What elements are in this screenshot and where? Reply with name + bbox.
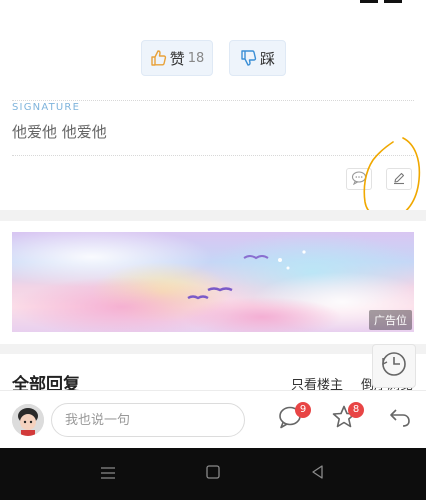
like-label: 赞 (169, 49, 185, 68)
ad-badge: 广告位 (369, 310, 412, 330)
system-nav-bar (0, 448, 426, 500)
signature-heading: SIGNATURE (12, 102, 81, 113)
section-separator (0, 210, 426, 221)
ad-image (12, 232, 414, 332)
back-button[interactable] (386, 405, 414, 433)
system-back-button[interactable] (288, 448, 348, 500)
section-separator (0, 344, 426, 354)
comments-button[interactable]: 9 (276, 402, 311, 433)
annotation-circle (363, 137, 421, 219)
action-bar: 9 8 (0, 390, 426, 448)
favorite-button[interactable]: 8 (330, 402, 364, 433)
like-button[interactable]: 赞 18 (141, 40, 213, 76)
divider (12, 155, 414, 156)
comment-input[interactable] (51, 403, 245, 437)
thumbs-up-icon (150, 49, 168, 67)
home-button[interactable] (183, 448, 243, 500)
ad-banner[interactable]: 广告位 (12, 232, 414, 332)
favorite-count-badge: 8 (348, 402, 364, 418)
history-button[interactable] (372, 344, 416, 388)
dislike-label: 踩 (259, 49, 275, 68)
dislike-button[interactable]: 踩 (229, 40, 286, 76)
top-bar-remnant (360, 0, 404, 3)
comment-count-badge: 9 (295, 402, 311, 418)
signature-text: 他爱他 他爱他 (12, 123, 107, 141)
thumbs-down-icon (240, 49, 258, 67)
divider (12, 100, 414, 101)
menu-icon (100, 465, 116, 484)
history-clock-icon (379, 349, 409, 383)
like-count: 18 (187, 50, 205, 66)
avatar[interactable] (12, 404, 44, 436)
menu-button[interactable] (78, 448, 138, 500)
back-triangle-icon (310, 464, 326, 484)
home-icon (205, 464, 221, 484)
back-arrow-icon (388, 405, 412, 433)
